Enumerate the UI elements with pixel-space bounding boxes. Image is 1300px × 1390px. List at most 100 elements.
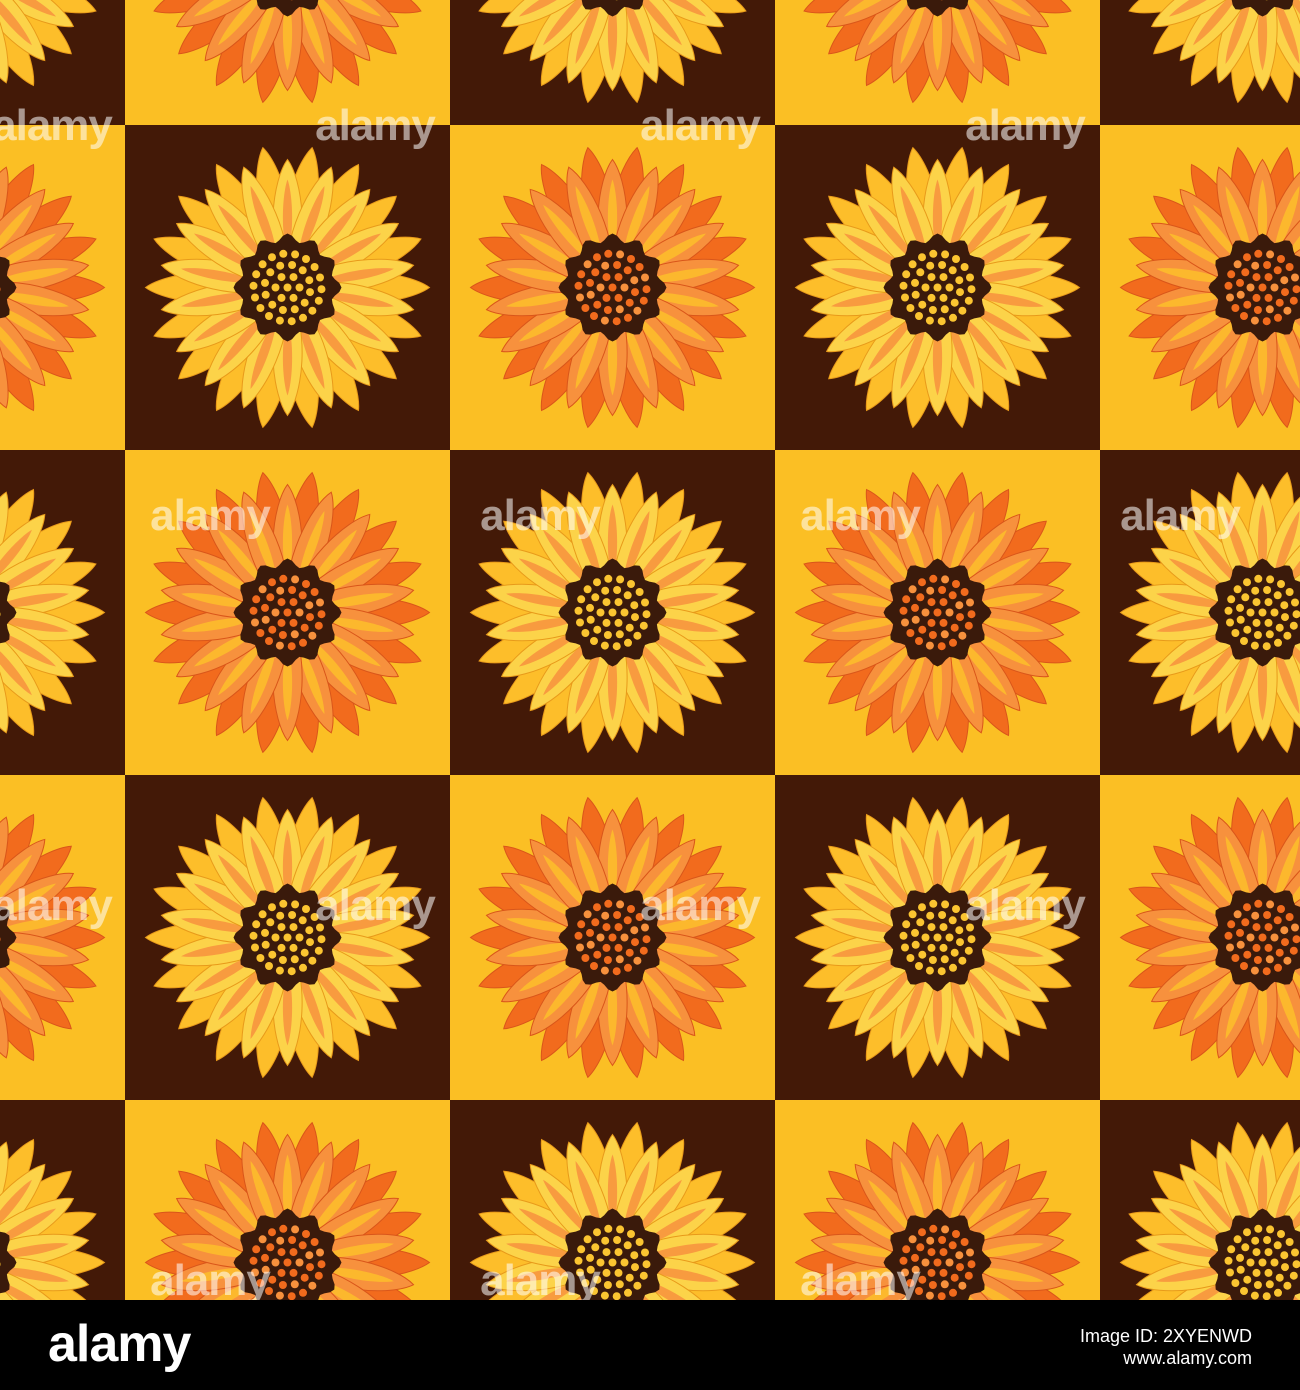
image-id-label: Image ID: 2XYENWD xyxy=(1079,1326,1252,1346)
seed-dot xyxy=(252,1245,261,1254)
seed-dot xyxy=(291,250,300,259)
seed-dot xyxy=(298,591,307,600)
seed-dot xyxy=(1236,1253,1244,1262)
seed-dot xyxy=(1236,615,1245,624)
seed-dot xyxy=(1281,938,1289,947)
seed-dot xyxy=(1266,1225,1275,1234)
seed-dot xyxy=(939,293,948,302)
seed-dot xyxy=(1252,1268,1261,1277)
seed-dot xyxy=(948,591,957,600)
seed-dot xyxy=(290,955,299,964)
seed-dot xyxy=(287,642,296,651)
seed-dot xyxy=(1224,281,1233,290)
seed-dot xyxy=(915,962,923,970)
seed-dot xyxy=(1283,631,1292,640)
seed-dot xyxy=(1270,608,1279,617)
seed-dot xyxy=(1236,278,1244,287)
seed-dot xyxy=(927,1248,936,1257)
seed-dot xyxy=(1275,298,1284,307)
seed-dot xyxy=(616,1225,625,1234)
seed-dot xyxy=(1224,931,1233,940)
seed-dot xyxy=(937,642,946,651)
seed-dot xyxy=(1233,260,1242,269)
seed-dot xyxy=(1285,1238,1294,1246)
seed-dot xyxy=(624,313,632,322)
seed-dot xyxy=(911,940,920,949)
seed-dot xyxy=(1274,1288,1282,1297)
seed-dot xyxy=(916,1243,925,1252)
seed-dot xyxy=(314,296,323,305)
seed-dot xyxy=(927,293,936,302)
seed-dot xyxy=(583,1235,592,1244)
seed-dot xyxy=(941,250,950,259)
seed-dot xyxy=(1263,1236,1272,1244)
seed-dot xyxy=(316,1248,324,1257)
seed-dot xyxy=(1226,618,1234,627)
seed-dot xyxy=(256,629,265,637)
seed-dot xyxy=(1291,598,1299,607)
seed-dot xyxy=(600,966,609,975)
seed-dot xyxy=(928,1281,937,1289)
seed-dot xyxy=(603,956,612,964)
seed-dot xyxy=(310,263,319,271)
seed-dot xyxy=(952,905,960,913)
seed-dot xyxy=(960,588,969,596)
seed-dot xyxy=(275,641,284,650)
seed-dot xyxy=(277,293,286,302)
seed-dot xyxy=(1254,574,1263,583)
seed-dot xyxy=(256,954,265,962)
seed-dot xyxy=(268,903,276,912)
seed-dot xyxy=(1263,911,1272,919)
seed-dot xyxy=(642,610,651,619)
seed-dot xyxy=(1283,306,1292,315)
seed-dot xyxy=(631,938,639,947)
seed-dot xyxy=(902,1245,911,1254)
seed-dot xyxy=(967,935,976,944)
seed-dot xyxy=(911,928,919,937)
seed-dot xyxy=(574,281,583,290)
seed-dot xyxy=(1277,580,1285,588)
seed-dot xyxy=(593,1228,601,1237)
seed-dot xyxy=(1226,293,1234,302)
seed-dot xyxy=(298,1241,307,1250)
seed-dot xyxy=(967,285,976,294)
seed-dot xyxy=(1258,1258,1267,1267)
seed-dot xyxy=(1233,585,1242,594)
seed-dot xyxy=(1270,933,1279,942)
seed-dot xyxy=(271,608,280,617)
seed-dot xyxy=(291,575,300,584)
seed-dot xyxy=(1258,933,1267,942)
seed-dot xyxy=(1252,273,1261,282)
seed-dot xyxy=(295,933,304,942)
seed-dot xyxy=(1266,250,1275,259)
seed-dot xyxy=(1246,1258,1255,1267)
seed-dot xyxy=(1254,249,1263,258)
seed-dot xyxy=(1281,613,1289,622)
sunflower-pattern: alamy alamy alamy alamy alamy alamy alamy alamy… xyxy=(0,0,1300,1300)
seed-dot xyxy=(950,298,959,307)
seed-dot xyxy=(899,281,908,290)
seed-dot xyxy=(635,588,644,596)
seed-dot xyxy=(921,283,930,292)
seed-dot xyxy=(918,300,927,309)
seed-dot xyxy=(627,255,635,263)
seed-dot xyxy=(593,903,601,912)
seed-dot xyxy=(275,316,284,325)
seed-dot xyxy=(287,317,296,326)
seed-dot xyxy=(586,278,594,287)
seed-dot xyxy=(600,641,609,650)
seed-dot xyxy=(1264,598,1273,607)
seed-dot xyxy=(591,268,600,277)
seed-dot xyxy=(933,1258,942,1267)
seed-dot xyxy=(1251,586,1260,595)
seed-dot xyxy=(945,608,954,617)
watermark-text: alamy xyxy=(150,491,271,540)
seed-dot xyxy=(291,900,300,909)
seed-dot xyxy=(911,603,919,612)
seed-dot xyxy=(614,598,623,607)
seed-dot xyxy=(602,293,611,302)
seed-dot xyxy=(604,1224,613,1233)
seed-dot xyxy=(1275,1273,1284,1282)
seed-dot xyxy=(1265,305,1274,314)
seed-dot xyxy=(590,962,598,970)
